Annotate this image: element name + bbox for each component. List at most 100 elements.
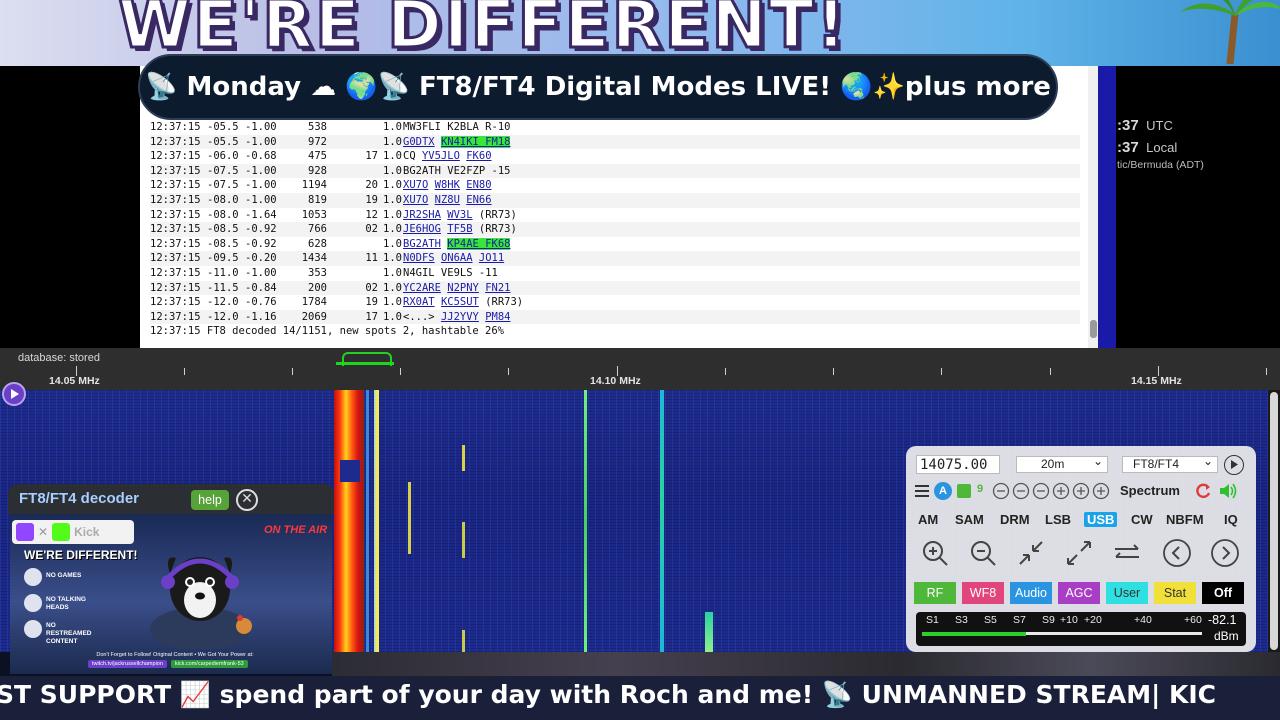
callsign-link[interactable]: YC2ARE [403, 282, 441, 294]
callsign-link[interactable]: FN21 [485, 282, 510, 294]
expand-arrows-icon[interactable] [1064, 538, 1094, 568]
chevron-right-icon[interactable] [1210, 538, 1240, 568]
smeter-label: +10 [1060, 614, 1078, 626]
log-time: 12:37:15 [150, 266, 201, 279]
callsign-link[interactable]: WV3L [447, 209, 472, 221]
log-snr: -08.5 [207, 237, 239, 250]
callsign-link[interactable]: JE6HOG [403, 223, 441, 235]
callsign-link[interactable]: G0DTX [403, 136, 435, 148]
log-time: 12:37:15 [150, 208, 201, 221]
log-row: 12:37:15 -07.5 -1.00 1194 20 1.0 XU7O W8HK EN8… [150, 178, 1080, 193]
callsign-link[interactable]: FK60 [466, 150, 491, 162]
log-message-text [435, 136, 441, 148]
help-button[interactable]: help [191, 490, 229, 510]
mode-lsb[interactable]: LSB [1045, 512, 1071, 527]
mode-select[interactable]: FT8/FT4 [1122, 454, 1218, 473]
signal-trace-4 [584, 390, 587, 652]
play-button[interactable] [2, 382, 26, 406]
callsign-link[interactable]: N0DFS [403, 252, 435, 264]
waterfall-scrollbar-thumb[interactable] [1270, 392, 1278, 650]
audio-button[interactable]: Audio [1010, 582, 1052, 604]
expand-icon[interactable] [957, 484, 971, 498]
log-message-text: (RR73) [472, 223, 517, 236]
promo-item-restream: NO RESTREAMED CONTENT [46, 622, 92, 645]
mode-drm[interactable]: DRM [1000, 512, 1030, 527]
chevron-left-icon[interactable] [1162, 538, 1192, 568]
spectrum-button[interactable]: Spectrum [1120, 483, 1180, 501]
menu-icon[interactable] [914, 482, 930, 500]
callsign-link[interactable]: W8HK [435, 179, 460, 191]
callsign-link[interactable]: JJ2YVY [441, 311, 479, 323]
swap-arrows-icon[interactable] [1112, 538, 1142, 568]
zoom-step-buttons[interactable] [992, 482, 1110, 500]
callsign-link[interactable]: XU7O [403, 194, 428, 206]
log-mode: 1.0 [383, 310, 402, 323]
scale-tick [1266, 368, 1267, 375]
mode-cw[interactable]: CW [1131, 512, 1153, 527]
kick-link[interactable]: kick.com/carpediemfrank-53 [170, 660, 248, 668]
twitch-link[interactable]: twitch.tv/jackrussellchampion [88, 660, 167, 668]
callsign-link[interactable]: EN80 [466, 179, 491, 191]
user-button[interactable]: User [1106, 582, 1148, 604]
stat-button[interactable]: Stat [1154, 582, 1196, 604]
agc-button[interactable]: AGC [1058, 582, 1100, 604]
callsign-link[interactable]: YV5JLO [422, 150, 460, 162]
callsign-link[interactable]: XU7O [403, 179, 428, 191]
scale-tick [292, 368, 293, 375]
callsign-link[interactable]: ON6AA [441, 252, 473, 264]
close-button[interactable]: ✕ [236, 489, 258, 511]
auto-button[interactable]: A [934, 482, 952, 500]
log-row: 12:37:15 -08.5 -0.92 628 1.0 BG2ATH KP4AE FK6… [150, 237, 1080, 252]
callsign-link[interactable]: KN4IKI FM18 [440, 135, 511, 148]
smeter-label: S9 [1042, 614, 1055, 626]
rf-button[interactable]: RF [914, 582, 956, 604]
mode-usb[interactable]: USB [1084, 512, 1118, 527]
signal-trace-9 [462, 630, 465, 652]
smeter-label: +20 [1084, 614, 1102, 626]
log-message-text: (RR73) [472, 208, 517, 221]
wf8-button[interactable]: WF8 [962, 582, 1004, 604]
log-snr: -09.5 [207, 252, 239, 265]
log-message: YC2ARE N2PNY FN21 [403, 281, 511, 296]
refresh-icon[interactable] [1194, 482, 1212, 500]
callsign-link[interactable]: JO11 [479, 252, 504, 264]
mode-sam[interactable]: SAM [955, 512, 984, 527]
log-scrollbar-thumb[interactable] [1090, 320, 1097, 338]
log-freq: 2069 [301, 310, 327, 323]
band-select[interactable]: 20m [1016, 454, 1108, 473]
callsign-link[interactable]: KC5SUT [441, 296, 479, 308]
log-row: 12:37:15 -08.0 -1.64 1053 12 1.0 JR2SHA WV3L (… [150, 208, 1080, 223]
compress-icon[interactable] [1016, 538, 1046, 568]
frequency-scale[interactable]: database: stored 14.05 MHz 14.10 MHz 14.… [0, 348, 1280, 390]
log-snr: -05.5 [207, 121, 239, 133]
zoom-in-icon[interactable] [920, 538, 950, 568]
log-dt: -1.00 [245, 266, 277, 279]
volume-icon[interactable] [1218, 482, 1238, 500]
callsign-link[interactable]: BG2ATH [403, 238, 441, 250]
callsign-link[interactable]: KP4AE FK68 [447, 237, 511, 250]
off-button[interactable]: Off [1202, 582, 1244, 604]
log-row: 12:37:15 -08.0 -1.00 819 19 1.0 XU7O NZ8U EN66 [150, 192, 1080, 208]
callsign-link[interactable]: N2PNY [447, 282, 479, 294]
log-distance: 12 [365, 208, 378, 221]
callsign-link[interactable]: PM84 [485, 311, 510, 323]
ft8-decoder-title: FT8/FT4 decoder [19, 490, 140, 507]
callsign-link[interactable]: TF5B [447, 223, 472, 235]
log-message: BG2ATH KP4AE FK68 [403, 237, 511, 252]
zoom-out-icon[interactable] [968, 538, 998, 568]
callsign-link[interactable]: RX0AT [403, 296, 435, 308]
log-dt: -1.64 [245, 208, 277, 221]
mode-am[interactable]: AM [918, 512, 938, 527]
callsign-link[interactable]: JR2SHA [403, 209, 441, 221]
mode-iq[interactable]: IQ [1224, 512, 1238, 527]
callsign-link[interactable]: EN66 [466, 194, 491, 206]
play-toggle-button[interactable] [1224, 455, 1244, 475]
callsign-link[interactable]: NZ8U [435, 194, 460, 206]
log-time: 12:37:15 [150, 296, 201, 309]
log-mode: 1.0 [383, 121, 402, 133]
timezone-label: tic/Bermuda (ADT) [1117, 159, 1204, 171]
mode-nbfm[interactable]: NBFM [1166, 512, 1204, 527]
webcam-strip [332, 652, 1280, 676]
log-freq: 475 [308, 150, 327, 163]
frequency-input[interactable]: 14075.00 [916, 455, 1000, 474]
